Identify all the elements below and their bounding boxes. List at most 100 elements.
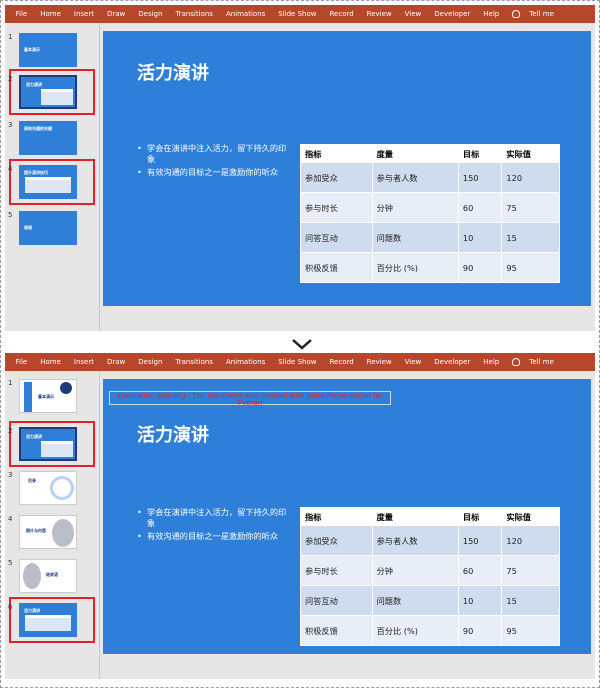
table-header-cell: 实际值	[501, 144, 560, 163]
tab-draw[interactable]: Draw	[100, 353, 131, 371]
table-header-cell: 度量	[371, 507, 459, 526]
panel-divider[interactable]	[99, 371, 100, 679]
thumbnail-row[interactable]: 2 活力演讲	[5, 75, 99, 119]
table-cell: 分钟	[371, 555, 459, 586]
tell-me-box[interactable]: Tell me	[523, 5, 561, 23]
table-cell: 15	[501, 222, 560, 253]
table-cell: 参与者人数	[371, 525, 459, 556]
table-cell: 积极反馈	[300, 615, 373, 646]
table-cell: 60	[457, 192, 503, 223]
slide-thumbnail-selected[interactable]: 活力演讲	[19, 75, 77, 109]
thumbnail-title: 基本演示	[38, 394, 54, 399]
table-row: 问答互动 问题数 10 15	[300, 585, 560, 616]
powerpoint-window-after: File Home Insert Draw Design Transitions…	[5, 353, 595, 679]
tab-home[interactable]: Home	[34, 5, 68, 23]
thumbnail-title: 活力演讲	[24, 608, 40, 613]
tab-help[interactable]: Help	[477, 353, 506, 371]
tab-slide-show[interactable]: Slide Show	[272, 353, 323, 371]
slide-thumbnail[interactable]: 高效沟通的关键	[19, 121, 77, 155]
bullet-item: 学会在演讲中注入活力，留下持久的印象	[137, 507, 287, 529]
tab-transitions[interactable]: Transitions	[169, 5, 220, 23]
tab-view[interactable]: View	[398, 5, 428, 23]
slide-thumbnail[interactable]: 目录	[19, 471, 77, 505]
thumbnail-title: 基本演示	[24, 47, 40, 52]
tab-transitions[interactable]: Transitions	[169, 353, 220, 371]
bullet-item: 有效沟通的目标之一是激励你的听众	[137, 167, 287, 178]
tab-home[interactable]: Home	[34, 353, 68, 371]
tab-record[interactable]: Record	[323, 5, 360, 23]
slide-title[interactable]: 活力演讲	[137, 59, 209, 85]
thumbnail-row[interactable]: 6 活力演讲	[5, 603, 99, 647]
powerpoint-window-before: File Home Insert Draw Design Transitions…	[5, 5, 595, 331]
thumbnail-row[interactable]: 5 谢谢	[5, 211, 99, 255]
thumbnail-row[interactable]: 4 图片与内容	[5, 515, 99, 559]
ribbon-tabs: File Home Insert Draw Design Transitions…	[5, 353, 595, 371]
chevron-down-icon	[292, 339, 312, 350]
tab-review[interactable]: Review	[360, 5, 398, 23]
tab-view[interactable]: View	[398, 353, 428, 371]
table-cell: 问题数	[371, 585, 459, 616]
thumbnail-table	[25, 177, 71, 193]
slide-thumbnail[interactable]: 图片与内容	[19, 515, 77, 549]
slide-thumbnail[interactable]: 结束语	[19, 559, 77, 593]
tab-design[interactable]: Design	[132, 5, 169, 23]
thumbnail-row[interactable]: 4 提升演讲技巧	[5, 165, 99, 209]
tab-developer[interactable]: Developer	[428, 353, 477, 371]
slide-thumbnail[interactable]: 基本演示	[19, 379, 77, 413]
table-header-cell: 目标	[457, 507, 503, 526]
tab-help[interactable]: Help	[477, 5, 506, 23]
tab-design[interactable]: Design	[132, 353, 169, 371]
bullet-item: 有效沟通的目标之一是激励你的听众	[137, 531, 287, 542]
slide-number: 5	[8, 559, 13, 567]
tab-developer[interactable]: Developer	[428, 5, 477, 23]
thumbnail-title: 活力演讲	[26, 82, 42, 87]
lightbulb-icon	[511, 10, 520, 18]
tab-insert[interactable]: Insert	[67, 353, 100, 371]
thumbnail-table	[41, 89, 73, 105]
tab-draw[interactable]: Draw	[100, 5, 131, 23]
table-cell: 120	[501, 525, 560, 556]
tell-me-box[interactable]: Tell me	[523, 353, 561, 371]
slide-thumbnail[interactable]: 基本演示	[19, 33, 77, 67]
table-cell: 问答互动	[300, 222, 373, 253]
bullet-list[interactable]: 学会在演讲中注入活力，留下持久的印象 有效沟通的目标之一是激励你的听众	[137, 143, 287, 180]
tab-animations[interactable]: Animations	[219, 5, 271, 23]
tab-insert[interactable]: Insert	[67, 5, 100, 23]
table-row: 积极反馈 百分比 (%) 90 95	[300, 615, 560, 646]
slide-thumbnail-selected[interactable]: 活力演讲	[19, 427, 77, 461]
comparison-figure: File Home Insert Draw Design Transitions…	[0, 0, 600, 688]
table-cell: 60	[457, 555, 503, 586]
table-header-cell: 实际值	[501, 507, 560, 526]
slide-thumbnail[interactable]: 谢谢	[19, 211, 77, 245]
slide-title[interactable]: 活力演讲	[137, 421, 209, 447]
bullet-item: 学会在演讲中注入活力，留下持久的印象	[137, 143, 287, 165]
slide-editing-area: 活力演讲 学会在演讲中注入活力，留下持久的印象 有效沟通的目标之一是激励你的听众…	[103, 23, 595, 331]
thumbnail-row[interactable]: 1 基本演示	[5, 379, 99, 423]
decor-circle	[50, 476, 74, 500]
slide-thumbnail[interactable]: 提升演讲技巧	[19, 165, 77, 199]
panel-divider[interactable]	[99, 23, 100, 331]
slide-thumbnails-panel: 1 基本演示 2 活力演讲 3 目录 4 图片与内容 5 结束语 6 活力演讲	[5, 371, 99, 679]
metrics-table[interactable]: 指标 度量 目标 实际值 参加受众 参与者人数 150 120 参与时长 分钟	[300, 144, 560, 283]
thumbnail-row[interactable]: 2 活力演讲	[5, 427, 99, 471]
tab-record[interactable]: Record	[323, 353, 360, 371]
table-cell: 参加受众	[300, 162, 373, 193]
slide-number: 2	[8, 75, 13, 83]
tab-file[interactable]: File	[9, 5, 34, 23]
tab-slide-show[interactable]: Slide Show	[272, 5, 323, 23]
slide-thumbnails-panel: 1 基本演示 2 活力演讲 3 高效沟通的关键 4 提升演讲技巧 5 谢谢	[5, 23, 99, 331]
thumbnail-title: 目录	[28, 478, 36, 483]
metrics-table[interactable]: 指标 度量 目标 实际值 参加受众 参与者人数 150 120 参与时长 分钟	[300, 507, 560, 646]
table-row: 参与时长 分钟 60 75	[300, 192, 560, 223]
table-cell: 90	[457, 615, 503, 646]
slide-thumbnail[interactable]: 活力演讲	[19, 603, 77, 637]
table-row: 问答互动 问题数 10 15	[300, 222, 560, 253]
tab-review[interactable]: Review	[360, 353, 398, 371]
tab-animations[interactable]: Animations	[219, 353, 271, 371]
slide-canvas[interactable]: Evaluation Warning : The document was cr…	[103, 379, 591, 654]
tab-file[interactable]: File	[9, 353, 34, 371]
slide-canvas[interactable]: 活力演讲 学会在演讲中注入活力，留下持久的印象 有效沟通的目标之一是激励你的听众…	[103, 31, 591, 306]
bullet-list[interactable]: 学会在演讲中注入活力，留下持久的印象 有效沟通的目标之一是激励你的听众	[137, 507, 287, 544]
table-header-cell: 目标	[457, 144, 503, 163]
thumbnail-row[interactable]: 3 目录	[5, 471, 99, 515]
